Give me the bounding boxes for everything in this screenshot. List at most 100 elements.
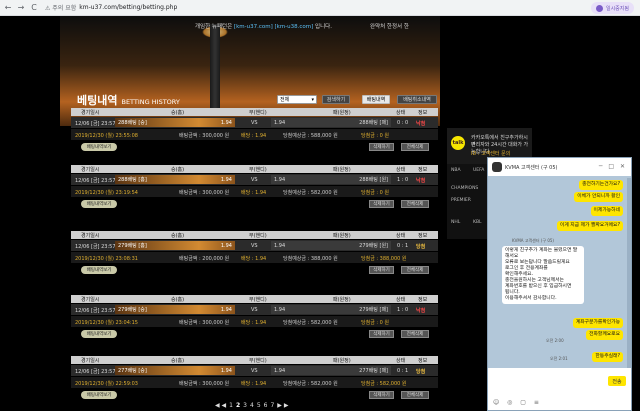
bet-match-row: 12/06 [금] 23:57 279배팅 [홈] 1.94 VS 1.94 2… [71, 240, 438, 251]
header-home: 승(홈) [171, 110, 185, 116]
bet-header-row: 경기일시 승(홈) 무(핸디) 패(원정) 상태 정보 [71, 165, 438, 173]
security-warning[interactable]: ⚠ 주의 요함 [45, 3, 76, 12]
delete-button[interactable]: 삭제하기 [369, 200, 394, 208]
home-odds: 1.94 [220, 306, 232, 313]
delete-all-button[interactable]: 전체삭제 [401, 330, 429, 338]
bet-actions: 배팅내역보기 삭제하기 전체삭제 [71, 264, 438, 276]
header-draw: 무(핸디) [249, 358, 267, 364]
home-pick[interactable]: 279배팅 [홈] 1.94 [115, 241, 235, 250]
page-link[interactable]: 3 [243, 402, 247, 409]
chat-tool-icons[interactable]: ☺ ◎ ▢ ≡ [493, 399, 542, 406]
chat-message-mine: 계좌구분가를확인가능 [572, 318, 623, 328]
away-team: 279배팅 [원] [359, 243, 388, 249]
back-icon[interactable]: ← [3, 3, 13, 13]
bet-status-badge: 낙첨 [416, 178, 426, 184]
view-bet-button[interactable]: 배팅내역보기 [81, 200, 117, 208]
view-bet-button[interactable]: 배팅내역보기 [81, 266, 117, 274]
bet-amount: 배팅금액 : 300,000 원 [179, 320, 230, 326]
page-link-current[interactable]: 2 [236, 402, 240, 409]
reload-icon[interactable]: C [29, 3, 39, 13]
lighthouse-image [210, 24, 220, 109]
chat-scrollbar[interactable] [627, 178, 631, 368]
chat-window: KVMA 고객센터 (구 05) ─ □ ✕ 충전하기는건가요? 이체가 안되니… [487, 157, 632, 411]
delete-all-button[interactable]: 전체삭제 [401, 391, 429, 399]
win-amount: 당첨금 : 388,000 원 [361, 256, 407, 262]
header-home: 승(홈) [171, 167, 185, 173]
away-team: 288배팅 [원] [359, 177, 388, 183]
home-team: 279배팅 [홈] [118, 243, 147, 249]
header-status: 상태 [396, 110, 406, 116]
bet-status-badge: 낙첨 [416, 121, 426, 127]
away-pick[interactable]: 1.94 288배팅 [원] [271, 175, 391, 184]
next-page-icon[interactable]: ▶ ▶ [277, 402, 288, 409]
search-button[interactable]: 검색하기 [322, 95, 350, 104]
away-odds: 1.94 [274, 367, 286, 374]
away-pick[interactable]: 1.94 288배팅 [패] [271, 118, 391, 127]
away-pick[interactable]: 1.94 279배팅 [패] [271, 305, 391, 314]
away-pick[interactable]: 1.94 277배팅 [패] [271, 366, 391, 375]
send-button[interactable]: 전송 [608, 376, 626, 386]
delete-button[interactable]: 삭제하기 [369, 391, 394, 399]
bet-amount: 배팅금액 : 300,000 원 [179, 190, 230, 196]
delete-button[interactable]: 삭제하기 [369, 143, 394, 151]
expected-win: 당첨예상금 : 582,000 원 [283, 320, 338, 326]
view-bet-button[interactable]: 배팅내역보기 [81, 143, 117, 151]
delete-button[interactable]: 삭제하기 [369, 266, 394, 274]
home-pick[interactable]: 277배팅 [승] 1.94 [115, 366, 235, 375]
match-score: 1 : 0 [397, 177, 409, 183]
page-link[interactable]: 5 [257, 402, 261, 409]
expected-win: 당첨예상금 : 582,000 원 [283, 190, 338, 196]
delete-all-button[interactable]: 전체삭제 [401, 266, 429, 274]
betting-history-button[interactable]: 배팅내역 [362, 95, 390, 104]
page-link[interactable]: 7 [270, 402, 274, 409]
page-link[interactable]: 1 [229, 402, 233, 409]
home-pick[interactable]: 288배팅 [승] 1.94 [115, 118, 235, 127]
avatar [595, 4, 603, 12]
home-team: 288배팅 [홈] [118, 177, 147, 183]
page-link[interactable]: 4 [250, 402, 254, 409]
bet-match-row: 12/06 [금] 23:57 288배팅 [승] 1.94 VS 1.94 2… [71, 117, 438, 128]
header-away: 패(원정) [333, 167, 351, 173]
header-home: 승(홈) [171, 233, 185, 239]
forward-icon[interactable]: → [16, 3, 26, 13]
window-controls[interactable]: ─ □ ✕ [599, 163, 627, 170]
chat-message-agent: 이렇게 친구추가 계좌는 불렀으면 말해서요 오류로 보는답니다 말씀드릴게요 … [502, 246, 584, 304]
filter-select[interactable]: 전체 ▾ [277, 95, 317, 104]
agent-name: KVMA 고객센터 (구 05) [512, 238, 554, 243]
address-bar[interactable]: ⚠ 주의 요함 km-u37.com/betting/betting.php [45, 3, 177, 12]
view-bet-button[interactable]: 배팅내역보기 [81, 391, 117, 399]
domain-link-1[interactable]: [km-u37.com] [234, 24, 273, 30]
bet-odds: 배당 : 1.94 [241, 256, 267, 262]
home-pick[interactable]: 288배팅 [홈] 1.94 [115, 175, 235, 184]
prev-page-icon[interactable]: ◀ ◀ [215, 402, 226, 409]
away-pick[interactable]: 1.94 279배팅 [원] [271, 241, 391, 250]
cancel-history-button[interactable]: 배팅취소내역 [397, 95, 437, 104]
delete-all-button[interactable]: 전체삭제 [401, 200, 429, 208]
home-pick[interactable]: 279배팅 [승] 1.94 [115, 305, 235, 314]
header-info: 정보 [418, 297, 428, 303]
chevron-down-icon: ▾ [311, 96, 314, 103]
profile-label: 일시중지됨 [605, 5, 629, 12]
page-link[interactable]: 6 [264, 402, 268, 409]
delete-all-button[interactable]: 전체삭제 [401, 143, 429, 151]
header-away: 패(원정) [333, 233, 351, 239]
bet-info-row: 2019/12/30 (월) 23:08:31 배팅금액 : 200,000 원… [71, 252, 438, 263]
chat-message-mine: 이체가 안되니까 활인 [574, 192, 623, 202]
view-bet-button[interactable]: 배팅내역보기 [81, 330, 117, 338]
match-date: 12/06 [금] 23:57 [75, 178, 116, 184]
header-home: 승(홈) [171, 297, 185, 303]
header-draw: 무(핸디) [249, 110, 267, 116]
top-link[interactable]: 완약처 한정서 한 [370, 22, 409, 30]
bet-match-row: 12/06 [금] 23:57 279배팅 [승] 1.94 VS 1.94 2… [71, 304, 438, 315]
draw-vs: VS [251, 177, 258, 183]
profile-button[interactable]: 일시중지됨 [590, 2, 634, 14]
url-text: km-u37.com/betting/betting.php [79, 4, 178, 11]
bet-info-row: 2019/12/30 (월) 23:19:54 배팅금액 : 300,000 원… [71, 186, 438, 197]
bet-actions: 배팅내역보기 삭제하기 전체삭제 [71, 198, 438, 210]
delete-button[interactable]: 삭제하기 [369, 330, 394, 338]
domain-link-2[interactable]: [km-u38.com] [274, 24, 313, 30]
bet-amount: 배팅금액 : 300,000 원 [179, 381, 230, 387]
bet-header-row: 경기일시 승(홈) 무(핸디) 패(원정) 상태 정보 [71, 108, 438, 116]
chat-input-area[interactable]: 전송 ☺ ◎ ▢ ≡ [488, 368, 631, 410]
bet-time: 2019/12/30 (월) 23:08:31 [75, 256, 138, 262]
